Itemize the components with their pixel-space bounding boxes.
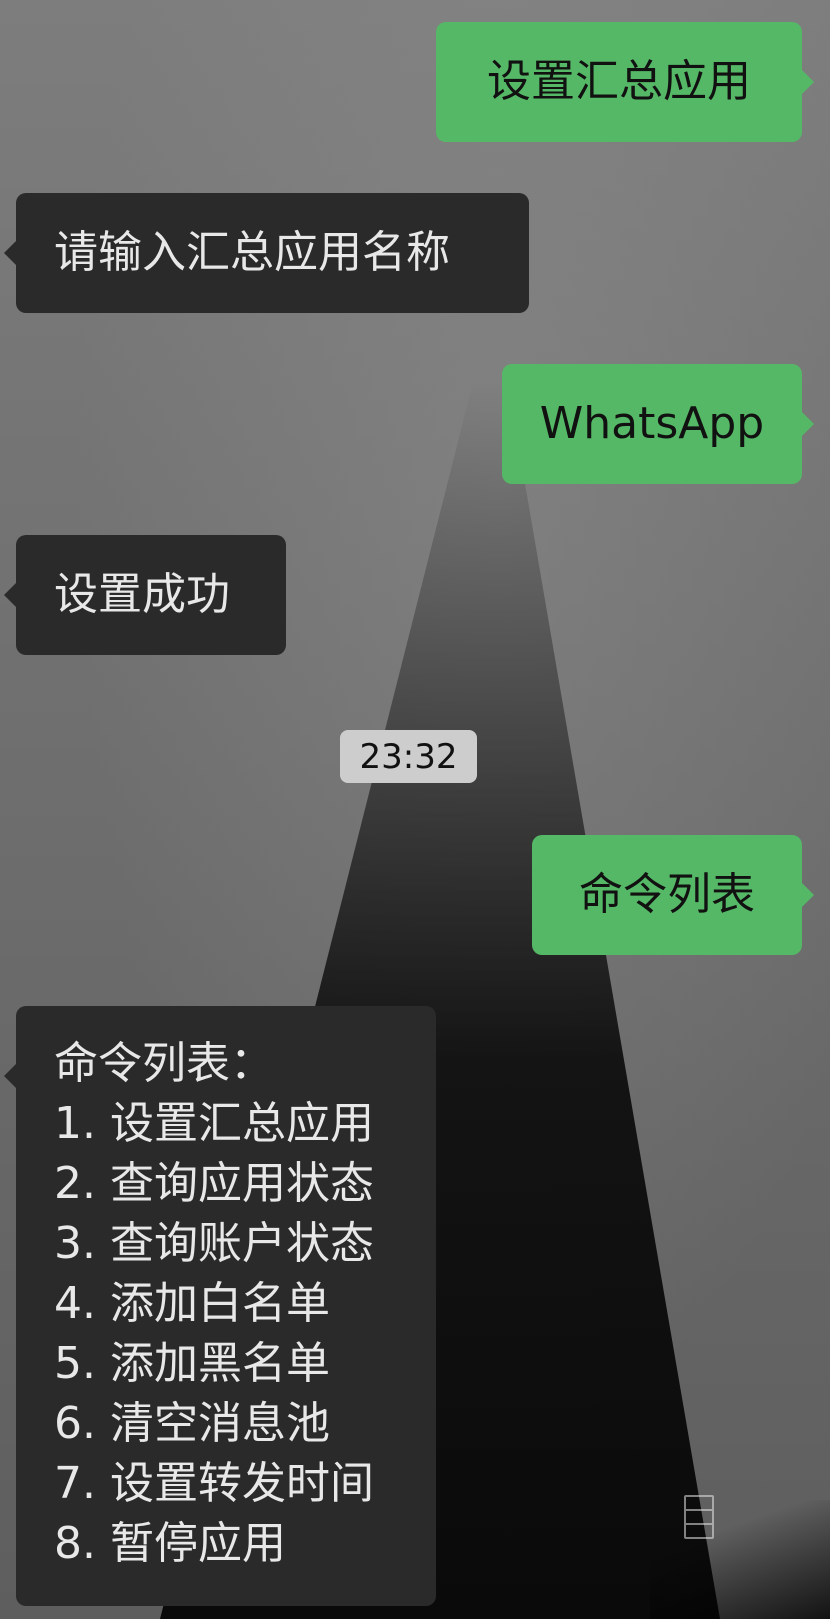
background-scaffold bbox=[684, 1495, 714, 1539]
command-list-item: 1. 设置汇总应用 bbox=[54, 1098, 374, 1149]
command-list-item: 3. 查询账户状态 bbox=[54, 1218, 374, 1269]
command-list-title: 命令列表： bbox=[54, 1038, 274, 1089]
background-chimney-edge bbox=[650, 1500, 830, 1619]
command-list-item: 6. 清空消息池 bbox=[54, 1398, 330, 1449]
message-text: 设置成功 bbox=[54, 569, 230, 620]
message-text: WhatsApp bbox=[539, 398, 765, 449]
message-bubble-incoming[interactable]: 设置成功 bbox=[16, 535, 286, 655]
message-bubble-outgoing[interactable]: 设置汇总应用 bbox=[436, 22, 802, 142]
message-bubble-outgoing[interactable]: 命令列表 bbox=[532, 835, 802, 955]
message-text: 设置汇总应用 bbox=[487, 56, 751, 107]
command-list-item: 2. 查询应用状态 bbox=[54, 1158, 374, 1209]
message-text: 请输入汇总应用名称 bbox=[54, 227, 450, 278]
message-bubble-outgoing[interactable]: WhatsApp bbox=[502, 364, 802, 484]
message-text: 命令列表 bbox=[579, 869, 755, 920]
command-list-item: 8. 暂停应用 bbox=[54, 1518, 286, 1569]
command-list-item: 4. 添加白名单 bbox=[54, 1278, 330, 1329]
command-list-item: 7. 设置转发时间 bbox=[54, 1458, 374, 1509]
command-list-item: 5. 添加黑名单 bbox=[54, 1338, 330, 1389]
message-bubble-incoming[interactable]: 命令列表： 1. 设置汇总应用 2. 查询应用状态 3. 查询账户状态 4. 添… bbox=[4, 1006, 436, 1606]
timestamp-label: 23:32 bbox=[340, 730, 477, 783]
message-bubble-incoming[interactable]: 请输入汇总应用名称 bbox=[16, 193, 529, 313]
